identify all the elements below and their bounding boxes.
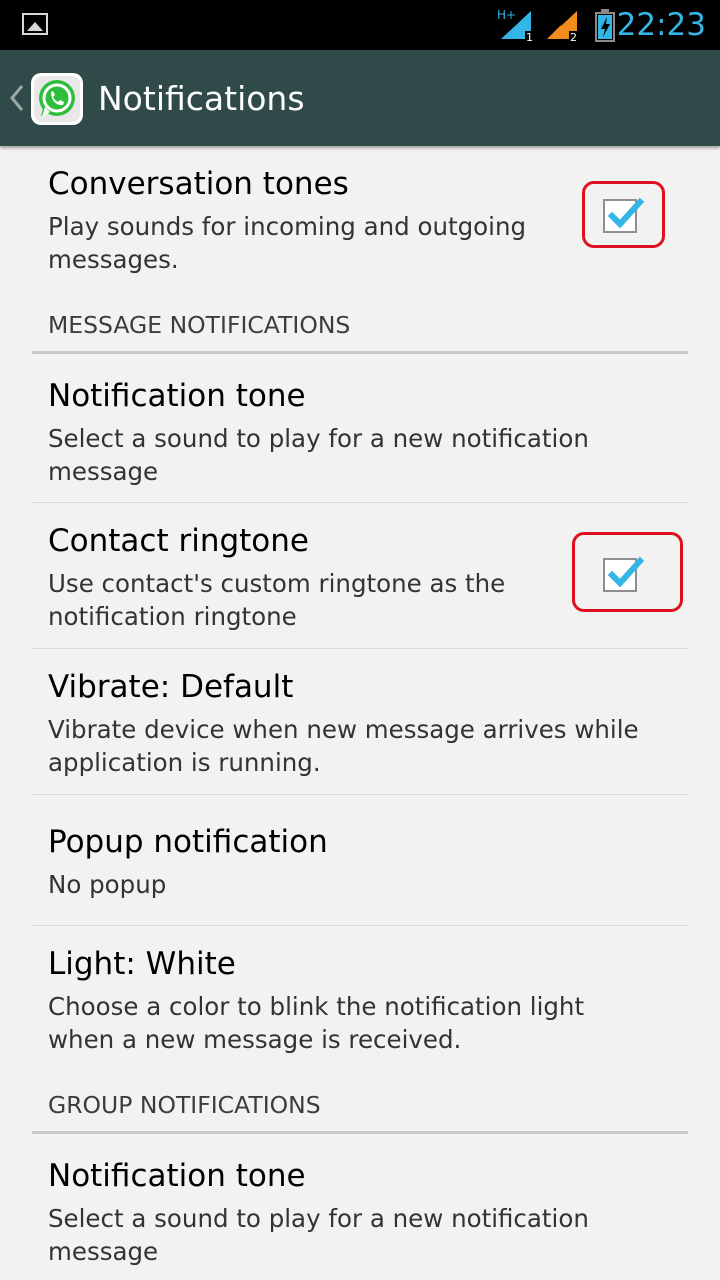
group-notifications-header: GROUP NOTIFICATIONS	[48, 1091, 321, 1119]
group-notification-tone-summary-2: message	[48, 1237, 159, 1266]
sim2-label: 2	[570, 31, 577, 43]
light-summary-2: when a new message is received.	[48, 1025, 462, 1054]
contact-ringtone-summary-1: Use contact's custom ringtone as the	[48, 569, 506, 598]
notification-tone-item[interactable]: Notification tone Select a sound to play…	[0, 354, 720, 502]
conversation-tones-title: Conversation tones	[48, 166, 349, 202]
light-item[interactable]: Light: White Choose a color to blink the…	[0, 926, 720, 1076]
contact-ringtone-summary-2: notification ringtone	[48, 602, 297, 631]
group-notification-tone-summary-1: Select a sound to play for a new notific…	[48, 1204, 589, 1233]
highlight-annotation	[582, 181, 665, 248]
vibrate-summary-1: Vibrate device when new message arrives …	[48, 715, 639, 744]
notification-tone-summary-2: message	[48, 457, 159, 486]
sim1-label: 1	[526, 31, 533, 43]
popup-notification-summary: No popup	[48, 870, 167, 899]
contact-ringtone-title: Contact ringtone	[48, 523, 309, 559]
group-notification-tone-item[interactable]: Notification tone Select a sound to play…	[0, 1134, 720, 1280]
conversation-tones-item[interactable]: Conversation tones Play sounds for incom…	[0, 146, 720, 296]
network-type-label: H+	[497, 8, 516, 22]
status-bar: H+ 1 2 22:23	[0, 0, 720, 50]
signal-icon: H+ 1 2	[497, 8, 615, 43]
vibrate-item[interactable]: Vibrate: Default Vibrate device when new…	[0, 649, 720, 794]
vibrate-title: Vibrate: Default	[48, 669, 294, 705]
notification-tone-title: Notification tone	[48, 378, 306, 414]
status-time: 22:23	[616, 7, 706, 43]
conversation-tones-summary-2: messages.	[48, 245, 179, 274]
back-chevron-icon[interactable]	[6, 80, 26, 116]
light-summary-1: Choose a color to blink the notification…	[48, 992, 585, 1021]
vibrate-summary-2: application is running.	[48, 748, 321, 777]
light-title: Light: White	[48, 946, 236, 982]
gallery-icon	[22, 13, 48, 35]
contact-ringtone-item[interactable]: Contact ringtone Use contact's custom ri…	[0, 503, 720, 648]
whatsapp-logo-icon[interactable]	[30, 72, 84, 126]
action-bar: Notifications	[0, 50, 720, 146]
highlight-annotation	[572, 532, 683, 612]
page-title: Notifications	[98, 79, 305, 118]
popup-notification-item[interactable]: Popup notification No popup	[0, 795, 720, 925]
notification-tone-summary-1: Select a sound to play for a new notific…	[48, 424, 589, 453]
conversation-tones-summary-1: Play sounds for incoming and outgoing	[48, 212, 527, 241]
popup-notification-title: Popup notification	[48, 824, 328, 860]
settings-list: Conversation tones Play sounds for incom…	[0, 146, 720, 1280]
group-notification-tone-title: Notification tone	[48, 1158, 306, 1194]
message-notifications-header: MESSAGE NOTIFICATIONS	[48, 311, 351, 339]
